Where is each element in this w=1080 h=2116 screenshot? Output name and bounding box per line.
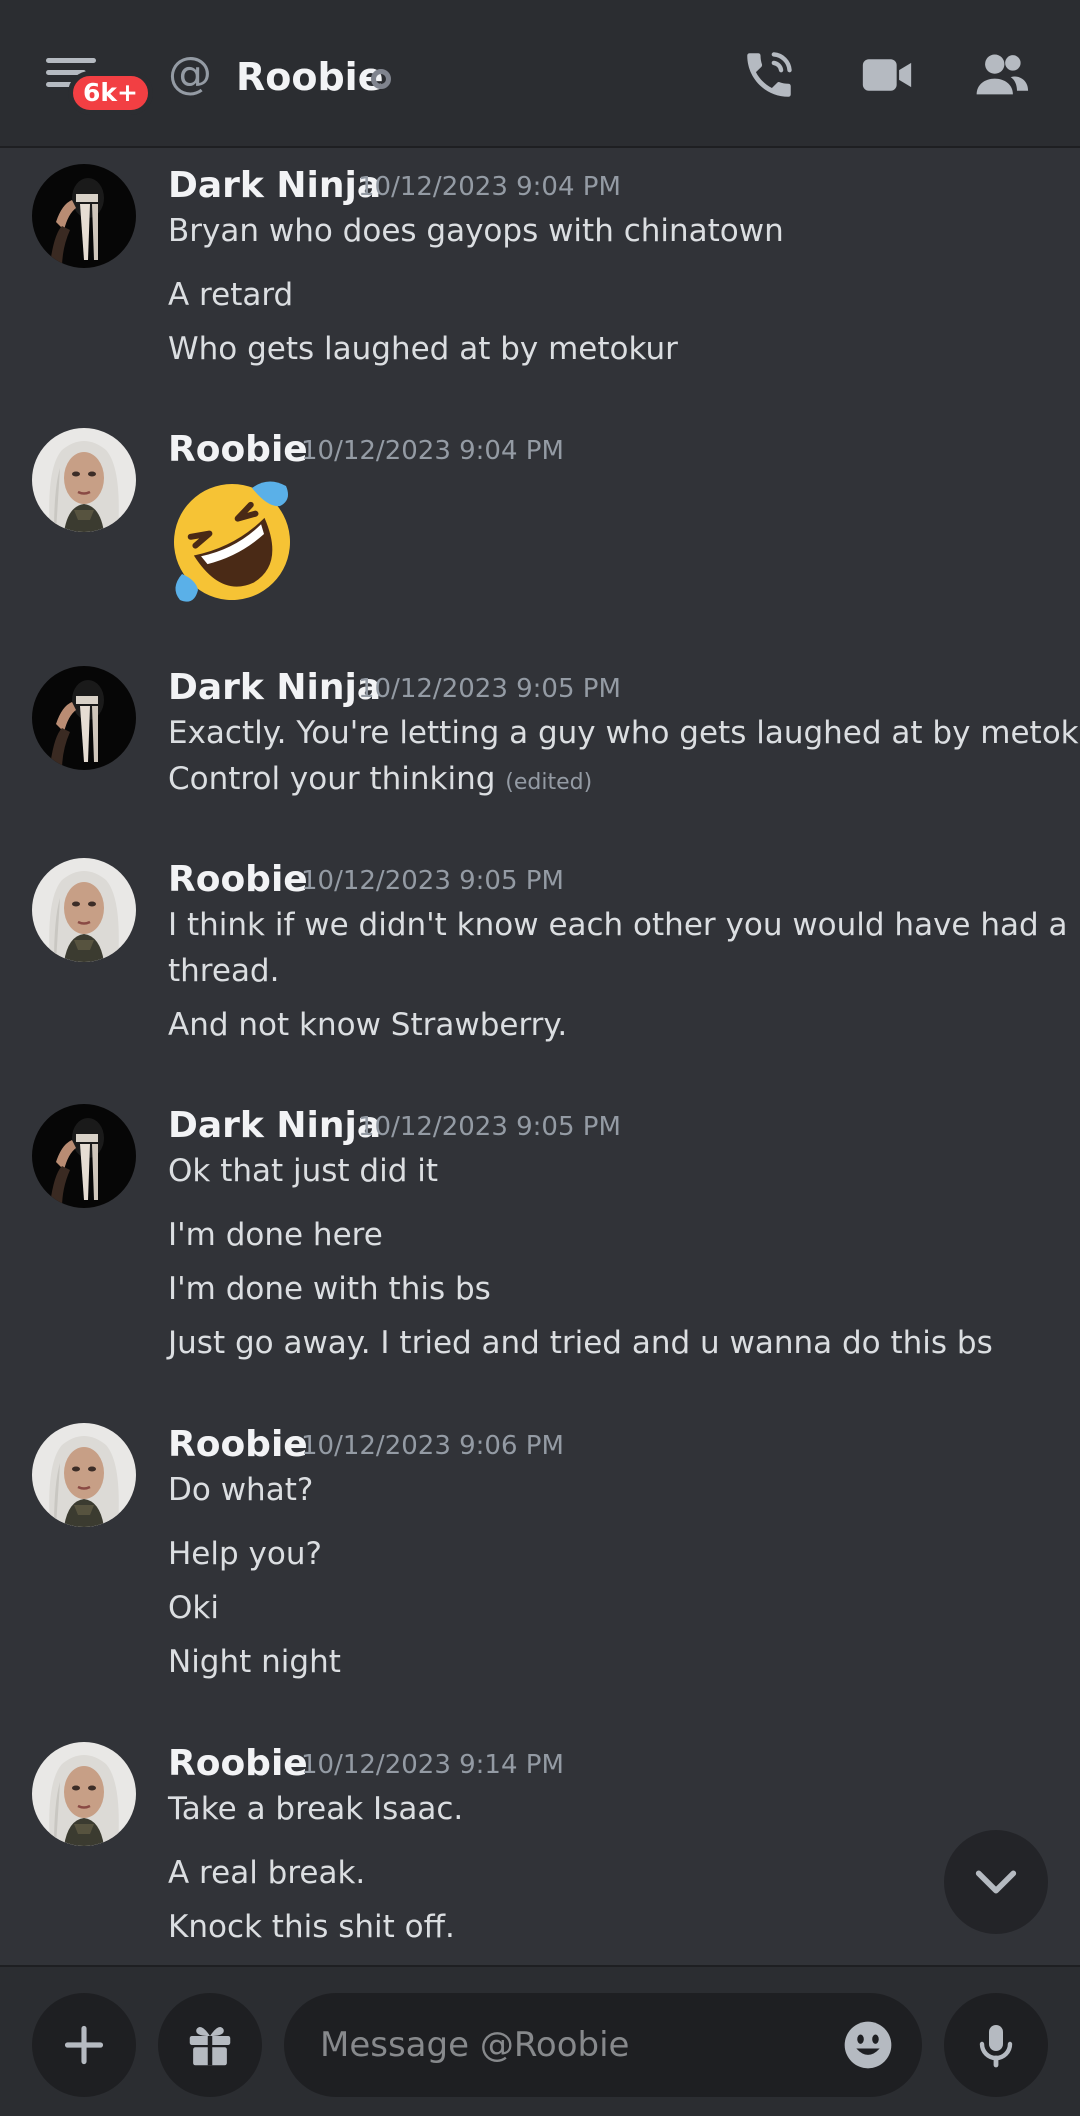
message-author[interactable]: Roobie (168, 1423, 308, 1467)
add-attachment-button[interactable] (32, 1993, 136, 2097)
message-text: Take a break Isaac. (168, 1791, 464, 1827)
phone-call-icon[interactable] (740, 46, 798, 104)
scroll-to-bottom-button[interactable] (944, 1830, 1048, 1934)
voice-message-button[interactable] (944, 1993, 1048, 2097)
message-timestamp: 10/12/2023 9:05 PM (358, 674, 621, 704)
message-text: Who gets laughed at by metokur (168, 331, 678, 367)
rolling-on-floor-laughing-emoji (174, 481, 290, 602)
message-text: Knock this shit off. (168, 1909, 455, 1945)
avatar[interactable] (32, 1104, 136, 1208)
avatar[interactable] (32, 858, 136, 962)
message-input[interactable] (320, 2015, 800, 2075)
message-text: I'm done with this bs (168, 1271, 491, 1307)
message-text: Control your thinking (edited) (168, 756, 592, 806)
message-composer (0, 1965, 1080, 2116)
message-text-content: Control your thinking (168, 761, 496, 797)
message-author[interactable]: Dark Ninja (168, 666, 381, 710)
message-text: thread. (168, 953, 280, 989)
avatar[interactable] (32, 428, 136, 532)
message-text: Do what? (168, 1472, 314, 1508)
message-timestamp: 10/12/2023 9:14 PM (301, 1750, 564, 1780)
message-timestamp: 10/12/2023 9:05 PM (301, 866, 564, 896)
emoji-picker-icon[interactable] (840, 2017, 896, 2073)
message-text: Bryan who does gayops with chinatown (168, 213, 784, 249)
message-author[interactable]: Roobie (168, 858, 308, 902)
avatar[interactable] (32, 164, 136, 268)
at-icon: @ (168, 48, 212, 99)
message-text: A retard (168, 277, 294, 313)
message-timestamp: 10/12/2023 9:06 PM (301, 1431, 564, 1461)
members-icon[interactable] (972, 46, 1032, 104)
message-text: I'm done here (168, 1217, 383, 1253)
avatar[interactable] (32, 1742, 136, 1846)
message-author[interactable]: Dark Ninja (168, 164, 381, 208)
message-text: Just go away. I tried and tried and u wa… (168, 1325, 993, 1361)
chevron-down-icon (975, 1870, 1017, 1894)
channel-title[interactable]: Roobie (236, 53, 383, 101)
message-text: Help you? (168, 1536, 322, 1572)
edited-label: (edited) (505, 770, 593, 795)
message-text: Ok that just did it (168, 1153, 439, 1189)
plus-icon (64, 2025, 104, 2065)
microphone-icon (979, 2025, 1013, 2068)
message-author[interactable]: Dark Ninja (168, 1104, 381, 1148)
message-timestamp: 10/12/2023 9:04 PM (301, 436, 564, 466)
message-timestamp: 10/12/2023 9:04 PM (358, 172, 621, 202)
gift-button[interactable] (158, 1993, 262, 2097)
video-call-icon[interactable] (858, 46, 916, 104)
avatar[interactable] (32, 666, 136, 770)
message-author[interactable]: Roobie (168, 428, 308, 472)
message-timestamp: 10/12/2023 9:05 PM (358, 1112, 621, 1142)
message-text: And not know Strawberry. (168, 1007, 568, 1043)
status-offline-icon (371, 69, 391, 89)
message-text: I think if we didn't know each other you… (168, 907, 1068, 943)
message-text: Night night (168, 1644, 341, 1680)
channel-header: 6k+ @ Roobie (0, 0, 1080, 148)
gift-icon (189, 2027, 231, 2066)
message-author[interactable]: Roobie (168, 1742, 308, 1786)
message-feed[interactable]: Dark Ninja 10/12/2023 9:04 PM Bryan who … (0, 150, 1080, 1965)
message-input-container[interactable] (284, 1993, 922, 2097)
unread-badge: 6k+ (68, 71, 153, 115)
message-text: Oki (168, 1590, 219, 1626)
message-text: Exactly. You're letting a guy who gets l… (168, 715, 1080, 751)
message-text: A real break. (168, 1855, 366, 1891)
avatar[interactable] (32, 1423, 136, 1527)
